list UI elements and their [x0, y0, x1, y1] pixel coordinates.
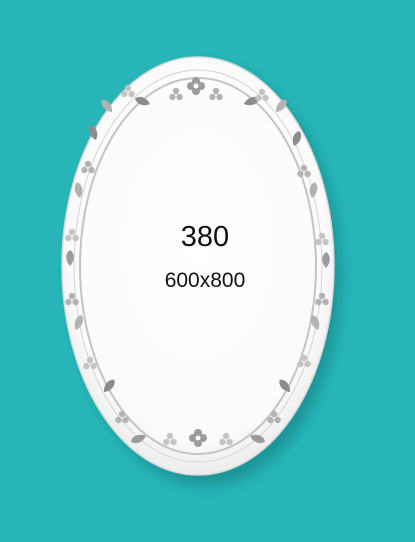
oval-mirror: [61, 56, 335, 476]
model-number: 380: [180, 221, 230, 253]
product-image: 380 600x800: [0, 0, 415, 537]
mirror-size: 600x800: [164, 269, 246, 292]
